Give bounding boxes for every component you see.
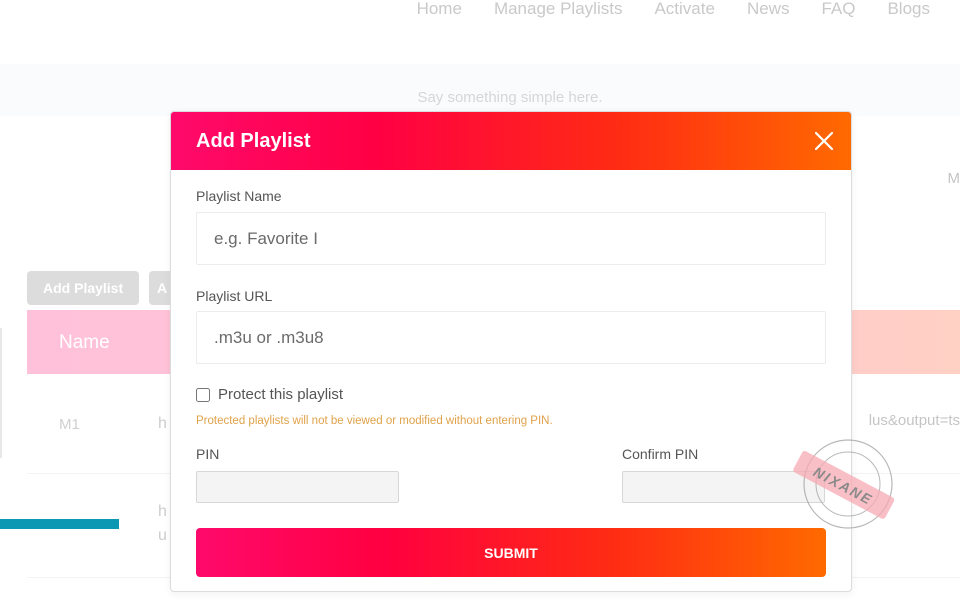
- confirm-pin-label: Confirm PIN: [622, 446, 699, 462]
- protect-note: Protected playlists will not be viewed o…: [196, 415, 553, 427]
- right-partial-text: M: [947, 170, 960, 187]
- submit-button[interactable]: SUBMIT: [196, 528, 826, 577]
- playlist-name-label: Playlist Name: [196, 188, 282, 204]
- modal-header: Add Playlist: [171, 112, 851, 170]
- playlist-url-label: Playlist URL: [196, 288, 273, 304]
- nav-news[interactable]: News: [747, 0, 790, 22]
- cell-url-line1: h: [158, 503, 167, 520]
- column-header-name: Name: [59, 332, 110, 353]
- protect-playlist-option[interactable]: Protect this playlist: [196, 386, 343, 403]
- top-navigation: Home Manage Playlists Activate News FAQ …: [417, 0, 930, 22]
- add-playlist-modal: Add Playlist Playlist Name Playlist URL …: [170, 111, 852, 592]
- protect-playlist-checkbox[interactable]: [196, 387, 210, 402]
- confirm-pin-input[interactable]: [622, 471, 825, 503]
- close-button[interactable]: [811, 128, 837, 154]
- pin-label: PIN: [196, 446, 220, 462]
- close-icon: [814, 131, 834, 151]
- cell-url-line2: u: [158, 527, 167, 544]
- cell-name: M1: [59, 416, 80, 433]
- tagline: Say something simple here.: [417, 89, 603, 106]
- nav-manage-playlists[interactable]: Manage Playlists: [494, 0, 623, 22]
- nav-faq[interactable]: FAQ: [821, 0, 855, 22]
- playlist-url-input[interactable]: [196, 311, 826, 364]
- cell-url: h u: [158, 500, 167, 548]
- bg-add-playlist-button[interactable]: Add Playlist: [27, 271, 140, 305]
- teal-accent-bar: [0, 519, 119, 529]
- nav-activate[interactable]: Activate: [654, 0, 714, 22]
- cell-url-tail: lus&output=ts: [868, 412, 960, 429]
- nav-home[interactable]: Home: [417, 0, 462, 22]
- cell-url: h: [158, 415, 167, 432]
- left-edge-divider: [0, 328, 2, 458]
- modal-title: Add Playlist: [196, 130, 311, 152]
- nav-blogs[interactable]: Blogs: [887, 0, 930, 22]
- pin-input[interactable]: [196, 471, 399, 503]
- protect-playlist-label: Protect this playlist: [218, 386, 344, 403]
- playlist-name-input[interactable]: [196, 212, 826, 265]
